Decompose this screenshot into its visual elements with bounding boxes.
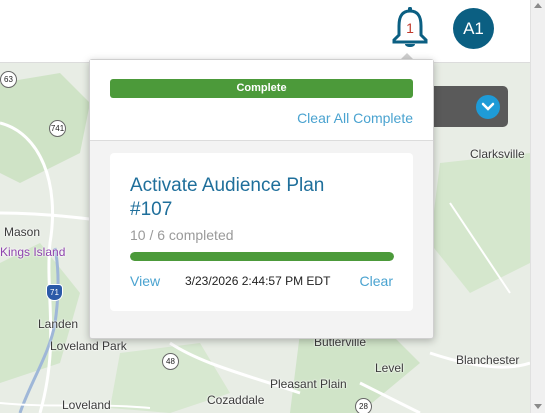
- interstate-shield: 71: [46, 284, 63, 301]
- clear-link[interactable]: Clear: [360, 273, 393, 289]
- notifications-panel-header: Complete Clear All Complete: [90, 60, 433, 141]
- scroll-down-arrow-icon[interactable]: [534, 404, 542, 409]
- map-label: Loveland: [62, 398, 111, 412]
- notification-title: Activate Audience Plan #107: [130, 175, 325, 220]
- page-scrollbar[interactable]: [530, 0, 545, 413]
- notification-card: Activate Audience Plan #107 10 / 6 compl…: [110, 153, 413, 311]
- map-label: Pleasant Plain: [270, 377, 347, 391]
- map-label: Blanchester: [456, 353, 520, 367]
- notification-count-badge: 1: [406, 20, 414, 36]
- route-shield: 48: [162, 353, 179, 370]
- chevron-down-icon: [481, 102, 495, 111]
- notifications-panel: Complete Clear All Complete Activate Aud…: [89, 59, 434, 339]
- notification-timestamp: 3/23/2026 2:44:57 PM EDT: [185, 274, 331, 288]
- map-label: Cozaddale: [207, 393, 265, 407]
- top-bar: 1 A1: [0, 0, 530, 63]
- expand-dropdown-button[interactable]: [476, 95, 500, 119]
- map-label: Level: [375, 361, 404, 375]
- clear-all-complete-link[interactable]: Clear All Complete: [297, 110, 413, 126]
- route-shield: 741: [49, 120, 66, 137]
- map-label: Landen: [38, 317, 79, 331]
- map-label-poi: Kings Island: [0, 245, 66, 259]
- map-label: Mason: [4, 225, 41, 239]
- notification-progress-text: 10 / 6 completed: [130, 227, 234, 243]
- notification-progress-bar: [130, 252, 394, 261]
- route-shield: 28: [355, 398, 372, 413]
- map-label: Clarksville: [470, 147, 525, 161]
- map-label: Loveland Park: [50, 339, 127, 353]
- notifications-bell-icon[interactable]: 1: [389, 6, 431, 50]
- view-link[interactable]: View: [130, 273, 160, 289]
- scroll-up-arrow-icon[interactable]: [534, 3, 542, 8]
- user-avatar[interactable]: A1: [453, 8, 494, 49]
- notification-progress-fill: [130, 252, 394, 261]
- complete-status-bar: Complete: [110, 79, 413, 98]
- route-shield: 63: [0, 71, 17, 88]
